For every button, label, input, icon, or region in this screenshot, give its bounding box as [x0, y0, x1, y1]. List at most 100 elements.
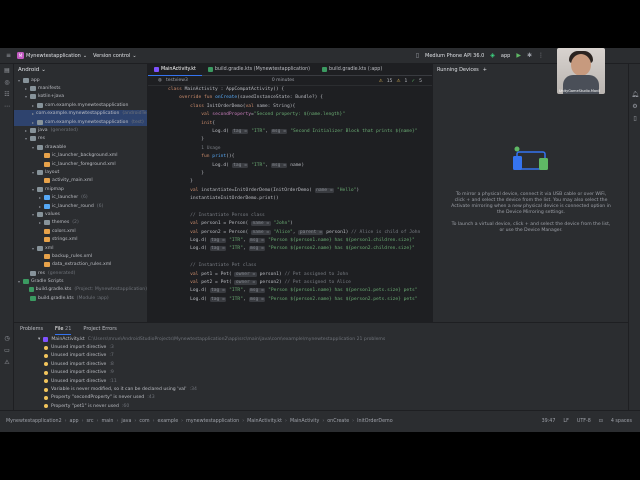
logcat-icon[interactable]: ◷	[0, 332, 14, 344]
code-line[interactable]: instantiateInitOrderDemo.print()	[148, 195, 432, 203]
problems-file-row[interactable]: ▾ MainActivity.kt C:\Users\mrue\AndroidS…	[14, 335, 628, 343]
breadcrumb-item[interactable]: java	[121, 419, 131, 424]
code-line[interactable]: val instantiate=InitOrderDemo(InitOrderD…	[148, 187, 432, 195]
editor-tab[interactable]: MainActivity.kt	[148, 64, 202, 76]
breadcrumb-item[interactable]: example	[158, 419, 179, 424]
tree-item[interactable]: build.gradle.kts (Module :app)	[14, 294, 147, 302]
breadcrumb-item[interactable]: Mynewtestapplication2	[6, 419, 62, 424]
tree-item[interactable]: ic_launcher_background.xml	[14, 152, 147, 160]
breadcrumb-item[interactable]: InitOrderDemo	[357, 419, 393, 424]
breadcrumb-item[interactable]: main	[101, 419, 113, 424]
code-line[interactable]	[148, 254, 432, 262]
code-line[interactable]: val pet1 = Pet( owner = person1) // Pet …	[148, 271, 432, 279]
dots-icon[interactable]: ⋯	[0, 100, 14, 112]
tree-item[interactable]: ic_launcher_foreground.xml	[14, 160, 147, 168]
code-line[interactable]: }	[148, 170, 432, 178]
tree-item[interactable]: res (generated)	[14, 269, 147, 277]
run-config-selector[interactable]: app	[501, 53, 510, 59]
code-line[interactable]: class InitOrderDemo(val name: String){	[148, 103, 432, 111]
file-encoding[interactable]: UTF-8	[577, 419, 591, 424]
code-line[interactable]: class MainActivity : AppCompatActivity()…	[148, 86, 432, 94]
indent-setting[interactable]: 4 spaces	[611, 419, 632, 424]
breadcrumb-item[interactable]: onCreate	[327, 419, 349, 424]
tree-item[interactable]: ▾ kotlin+java	[14, 93, 147, 101]
tree-item[interactable]: colors.xml	[14, 227, 147, 235]
lock-icon[interactable]: ⊡	[599, 419, 603, 424]
code-line[interactable]: Log.d( tag = "ITR", msg = "Person ${pers…	[148, 245, 432, 253]
structure-icon[interactable]: ☷	[0, 88, 14, 100]
tree-item[interactable]: ▸ java (generated)	[14, 126, 147, 134]
breadcrumb-item[interactable]: com	[139, 419, 149, 424]
breadcrumb-item[interactable]: MainActivity.kt	[247, 419, 282, 424]
code-line[interactable]: init{	[148, 120, 432, 128]
breadcrumb-item[interactable]: src	[87, 419, 94, 424]
problem-item[interactable]: Unused import directive:3	[14, 343, 628, 351]
version-control-menu[interactable]: Version control ⌄	[93, 53, 137, 59]
problem-item[interactable]: Unused import directive:9	[14, 369, 628, 377]
tree-item[interactable]: ▾ xml	[14, 244, 147, 252]
run-icon[interactable]: ▶	[516, 52, 521, 59]
code-line[interactable]: Log.d( tag = "ITR", msg = "Person ${pers…	[148, 237, 432, 245]
tree-item[interactable]: ▾ drawable	[14, 143, 147, 151]
breadcrumb-item[interactable]: app	[70, 419, 79, 424]
cursor-position[interactable]: 39:47	[542, 419, 556, 424]
tab-problems[interactable]: Problems	[20, 326, 43, 332]
tree-item[interactable]: ▸ manifests	[14, 84, 147, 92]
code-line[interactable]: override fun onCreate(savedInstanceState…	[148, 94, 432, 102]
tree-item[interactable]: ▾ values	[14, 210, 147, 218]
tree-item[interactable]: ▸ com.example.mynewtestapplication (androi…	[14, 109, 147, 118]
tab-project-errors[interactable]: Project Errors	[83, 326, 117, 332]
problem-item[interactable]: Property "pet1" is never used:60	[14, 402, 628, 410]
more-icon[interactable]: ⋮	[538, 52, 544, 59]
commit-icon[interactable]: ◎	[0, 76, 14, 88]
device-selector[interactable]: Medium Phone API 36.0	[425, 53, 484, 59]
editor-tab[interactable]: build.gradle.kts (:app)	[316, 64, 388, 76]
breadcrumb-item[interactable]: mynewtestapplication	[186, 419, 239, 424]
tree-item[interactable]: ▸ ic_launcher (6)	[14, 193, 147, 201]
tree-item[interactable]: build.gradle.kts (Project: Mynewtestappli…	[14, 286, 147, 294]
code-line[interactable]: fun print(){	[148, 153, 432, 161]
code-line[interactable]: val pet2 = Pet( owner = person2) // Pet …	[148, 279, 432, 287]
tree-item[interactable]: ▸ themes (2)	[14, 219, 147, 227]
tab-file[interactable]: File 21	[55, 323, 72, 335]
code-line[interactable]: // Instantiate Person class	[148, 212, 432, 220]
add-device-icon[interactable]: +	[483, 67, 487, 73]
problem-item[interactable]: Unused import directive:11	[14, 377, 628, 385]
tree-item[interactable]: activity_main.xml	[14, 177, 147, 185]
code-line[interactable]: 1 Usage	[148, 145, 432, 153]
code-line[interactable]: Log.d( tag = "ITR", msg = name)	[148, 162, 432, 170]
tree-item[interactable]: ▸ ic_launcher_round (6)	[14, 202, 147, 210]
folder-icon[interactable]: ▤	[0, 64, 14, 76]
tree-item[interactable]: ▾ res	[14, 135, 147, 143]
code-line[interactable]: Log.d( tag = "ITR", msg = "Second Initia…	[148, 128, 432, 136]
code-line[interactable]: }	[148, 136, 432, 144]
breadcrumb-item[interactable]: MainActivity	[290, 419, 319, 424]
line-separator[interactable]: LF	[563, 419, 568, 424]
code-line[interactable]: val person1 = Person( name = "John")	[148, 220, 432, 228]
terminal-icon[interactable]: ▭	[0, 344, 14, 356]
device-manager-icon[interactable]: ▯	[629, 112, 640, 124]
tree-item[interactable]: ▾ Gradle Scripts	[14, 277, 147, 285]
debug-icon[interactable]: ✱	[527, 52, 532, 59]
project-selector[interactable]: M Mynewtestapplication ⌄	[17, 52, 87, 59]
hamburger-menu-icon[interactable]: ≡	[6, 52, 11, 59]
tree-item[interactable]: ▾ mipmap	[14, 185, 147, 193]
problem-item[interactable]: Property "secondProperty" is never used:…	[14, 394, 628, 402]
code-editor[interactable]: ◍ testview3 0 minutes ⚠ 15 ⚠ 1 ✓ 5 class…	[148, 76, 432, 322]
code-line[interactable]: Log.d( tag = "ITR", msg = "Person ${pers…	[148, 296, 432, 304]
code-line[interactable]: Log.d( tag = "ITR", msg = "Person ${pers…	[148, 287, 432, 295]
code-line[interactable]: }	[148, 178, 432, 186]
tree-item[interactable]: data_extraction_rules.xml	[14, 261, 147, 269]
code-line[interactable]: val person2 = Person( name = "Alice", pa…	[148, 229, 432, 237]
tree-item[interactable]: ▸ com.example.mynewtestapplication (test)	[14, 117, 147, 127]
problem-item[interactable]: Unused import directive:8	[14, 360, 628, 368]
tree-item[interactable]: ▾ layout	[14, 168, 147, 176]
chevron-icon[interactable]: ▸	[32, 111, 34, 116]
inspection-widget[interactable]: ⚠ 15 ⚠ 1 ✓ 5	[379, 76, 422, 86]
project-view-selector[interactable]: Android ⌄	[14, 64, 147, 76]
editor-tab[interactable]: build.gradle.kts (Mynewtestapplication)	[202, 64, 316, 76]
code-line[interactable]: // Instantiate Pet class	[148, 262, 432, 270]
tree-item[interactable]: ▸ com.example.mynewtestapplication	[14, 101, 147, 109]
tree-item[interactable]: backup_rules.xml	[14, 252, 147, 260]
tree-item[interactable]: ▾ app	[14, 76, 147, 84]
